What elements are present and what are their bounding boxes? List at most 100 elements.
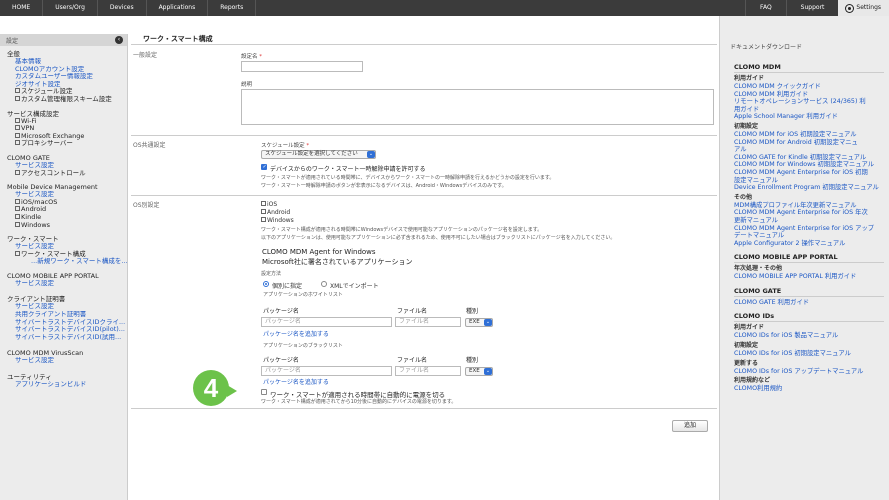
doc-link[interactable]: Apple School Manager 利用ガイド [734, 113, 884, 121]
chevron-down-icon: ⌄ [367, 151, 375, 158]
sidebar-link[interactable]: サービス設定 [7, 357, 127, 365]
col-package-header: パッケージ名 [263, 308, 299, 315]
panel-title: ドキュメントダウンロード [730, 44, 803, 51]
sidebar-link[interactable]: サイバートラストデバイスID(試用... [7, 334, 127, 342]
document-list: CLOMO MDM 利用ガイド CLOMO MDM クイックガイド CLOMO MDM… [734, 61, 884, 397]
os-item-android[interactable]: Android [261, 209, 290, 216]
sidebar-group-utility: ユーティリティ アプリケーションビルド [0, 365, 127, 389]
sidebar-group-title: クライアント証明書 [7, 295, 66, 304]
blacklist-add-package-link[interactable]: パッケージ名を追加する [263, 377, 329, 386]
nav-applications[interactable]: Applications [147, 0, 209, 16]
doc-subsection-title: 更新する [734, 359, 759, 367]
doc-link[interactable]: デートマニュアル [734, 232, 884, 240]
sidebar-link-new-work-smart[interactable]: ...新規ワーク・スマート構成を... [7, 258, 127, 266]
config-name-label: 設定名 * [241, 54, 263, 60]
nav-users-org[interactable]: Users/Org [43, 0, 98, 16]
sidebar-link[interactable]: サイバートラストデバイスIDクライ... [7, 319, 127, 327]
doc-link[interactable]: 更新マニュアル [734, 217, 884, 225]
radio-individual[interactable] [263, 281, 269, 287]
sidebar-group-title: 全般 [7, 50, 20, 58]
os-item-windows[interactable]: Windows [261, 217, 294, 224]
col-file-header: ファイル名 [397, 308, 428, 315]
doc-link[interactable]: 設定マニュアル [734, 177, 884, 185]
sidebar-link[interactable]: 基本情報 [7, 58, 127, 66]
description-textarea[interactable] [241, 89, 714, 125]
divider [131, 44, 717, 45]
sidebar-group-general: 全般 基本情報 CLOMOアカウント設定 カスタムユーザー情報設定 ジオサイト設… [0, 46, 127, 104]
nav-settings-label: Settings [856, 4, 881, 11]
doc-link[interactable]: Device Enrollment Program 初期設定マニュアル [734, 184, 884, 192]
doc-link[interactable]: CLOMO MDM Agent Enterprise for iOS 初期 [734, 169, 884, 177]
blacklist-type-select[interactable]: EXE ⌄ [465, 367, 493, 376]
document-download-panel: ドキュメントダウンロード CLOMO MDM 利用ガイド CLOMO MDM クイッ… [719, 16, 889, 500]
schedule-select[interactable]: スケジュール設定を選択してください ⌄ [261, 150, 376, 159]
expand-icon [261, 209, 266, 214]
sidebar-link[interactable]: 共用クライアント証明書 [7, 311, 127, 319]
config-name-input[interactable] [241, 61, 363, 72]
doc-link[interactable]: CLOMO GATE 利用ガイド [734, 299, 884, 307]
collapse-sidebar-icon[interactable]: ‹ [115, 36, 123, 44]
doc-link[interactable]: CLOMO MDM Agent Enterprise for iOS 年次 [734, 209, 884, 217]
nav-support[interactable]: Support [785, 0, 839, 16]
expand-icon [261, 201, 266, 206]
sidebar-link[interactable]: アプリケーションビルド [7, 381, 127, 389]
doc-link[interactable]: CLOMO MDM Agent Enterprise for iOS アップ [734, 225, 884, 233]
doc-link[interactable]: CLOMO IDs for iOS アップデートマニュアル [734, 368, 884, 376]
add-button[interactable]: 追加 [672, 420, 708, 432]
nav-faq[interactable]: FAQ [745, 0, 786, 16]
sidebar-group-client-cert: クライアント証明書 サービス設定 共用クライアント証明書 サイバートラストデバイ… [0, 287, 127, 341]
expand-icon [15, 250, 20, 256]
radio-xml-import[interactable] [321, 281, 327, 287]
doc-link[interactable]: アル [734, 146, 884, 154]
expand-icon [15, 125, 20, 131]
os-specific-note: ワーク・スマート構成が適用される時間帯にWindowsデバイスで使用可能なアプリ… [261, 227, 543, 233]
whitelist-type-select[interactable]: EXE ⌄ [465, 318, 493, 327]
doc-link[interactable]: CLOMO IDs for iOS 初期設定マニュアル [734, 350, 884, 358]
whitelist-add-package-link[interactable]: パッケージ名を追加する [263, 329, 329, 338]
sidebar-link[interactable]: サービス設定 [7, 303, 127, 311]
sidebar-group-work-smart: ワーク・スマート サービス設定 ワーク・スマート構成 ...新規ワーク・スマート… [0, 229, 127, 266]
expand-icon [15, 88, 20, 94]
doc-link[interactable]: CLOMO利用規約 [734, 385, 884, 393]
sidebar-tree-item[interactable]: Windows [7, 221, 127, 230]
sidebar-tree-item[interactable]: プロキシサーバー [7, 140, 127, 148]
whitelist-package-input[interactable]: パッケージ名 [261, 317, 392, 327]
doc-link[interactable]: Apple Configurator 2 操作マニュアル [734, 240, 884, 248]
allow-unlock-checkbox[interactable] [261, 164, 267, 170]
doc-link[interactable]: CLOMO MDM for iOS 初期設定マニュアル [734, 131, 884, 139]
nav-devices[interactable]: Devices [98, 0, 147, 16]
doc-link[interactable]: CLOMO IDs for iOS 製品マニュアル [734, 332, 884, 340]
expand-icon [15, 169, 20, 175]
sidebar-tree-item[interactable]: アクセスコントロール [7, 169, 127, 178]
whitelist-file-input[interactable]: ファイル名 [395, 317, 461, 327]
os-common-note: ワーク・スマート一時解除申請のボタンが非表示になるデバイスは、Android・W… [261, 183, 507, 189]
sidebar-group-title: CLOMO MDM VirusScan [7, 349, 84, 358]
doc-section-title: CLOMO GATE [734, 285, 884, 297]
sidebar-tree-item[interactable]: カスタム管理権限スキーム設定 [7, 95, 127, 104]
doc-link[interactable]: CLOMO MDM for Android 初期設定マニュ [734, 139, 884, 147]
blacklist-file-input[interactable]: ファイル名 [395, 366, 461, 376]
sidebar-group-title: Mobile Device Management [7, 183, 98, 192]
sidebar-group-title: CLOMO GATE [7, 153, 50, 162]
page-title: ワーク・スマート構成 [143, 35, 213, 43]
sidebar-link[interactable]: サイバートラストデバイスID(pilot)... [7, 326, 127, 334]
method-label: 設定方法 [261, 271, 282, 277]
expand-icon [15, 206, 20, 212]
section-os-common-label: OS共通設定 [133, 142, 166, 149]
nav-settings[interactable]: Settings [838, 0, 889, 16]
nav-home[interactable]: HOME [0, 0, 44, 16]
nav-reports[interactable]: Reports [208, 0, 257, 16]
doc-link[interactable]: CLOMO MDM クイックガイド [734, 83, 884, 91]
section-os-specific-label: OS別設定 [133, 202, 160, 209]
doc-link[interactable]: リモートオペレーションサービス (24/365) 利 [734, 98, 884, 106]
sidebar-link[interactable]: サービス設定 [7, 280, 127, 288]
sidebar-header: 設定 ‹ [0, 34, 127, 46]
sidebar-link[interactable]: カスタムユーザー情報設定 [7, 73, 127, 81]
doc-link[interactable]: CLOMO MDM for Windows 初期設定マニュアル [734, 161, 884, 169]
blacklist-package-input[interactable]: パッケージ名 [261, 366, 392, 376]
doc-link[interactable]: CLOMO MOBILE APP PORTAL 利用ガイド [734, 273, 884, 281]
os-item-ios[interactable]: iOS [261, 201, 277, 208]
sidebar-link[interactable]: CLOMOアカウント設定 [7, 66, 127, 74]
auto-power-off-checkbox[interactable] [261, 389, 267, 395]
blacklist-label: アプリケーションのブラックリスト [263, 343, 343, 349]
